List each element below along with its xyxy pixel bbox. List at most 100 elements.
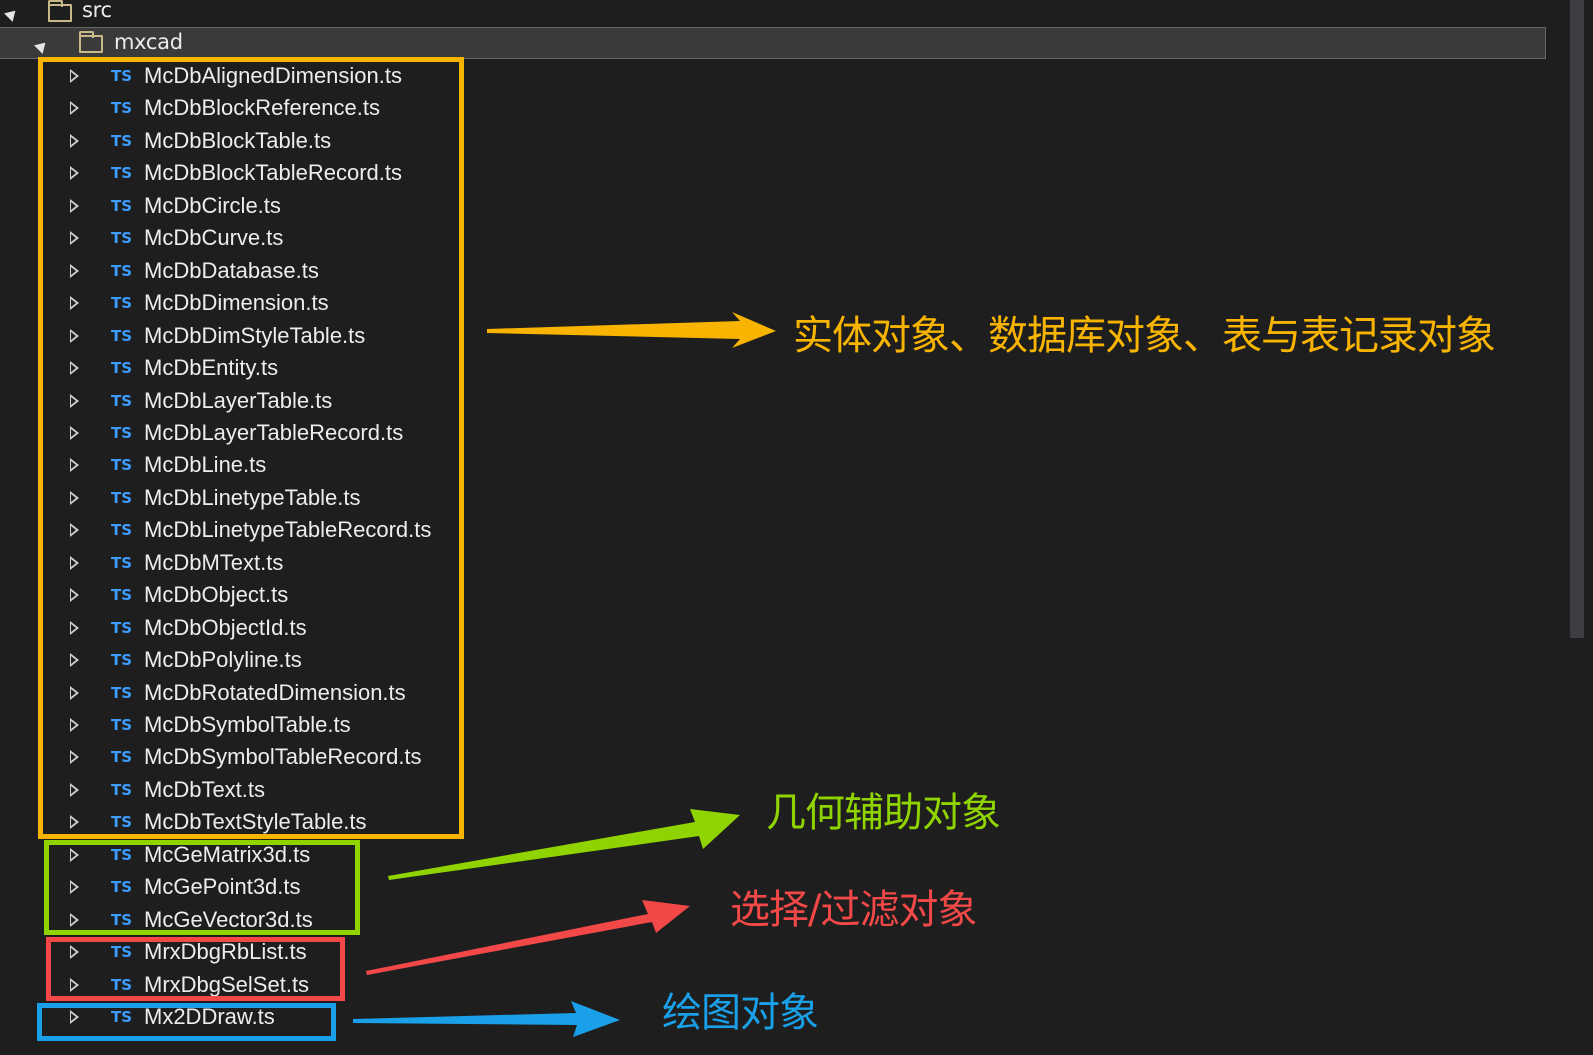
file-name-label: McDbPolyline.ts bbox=[144, 647, 302, 673]
expand-chevron-icon[interactable] bbox=[70, 458, 79, 473]
expand-chevron-icon[interactable] bbox=[70, 750, 79, 765]
typescript-file-icon: TS bbox=[111, 488, 133, 507]
file-name-label: McGePoint3d.ts bbox=[144, 874, 301, 900]
expand-chevron-icon[interactable] bbox=[70, 977, 79, 992]
typescript-file-icon: TS bbox=[111, 845, 133, 864]
expand-chevron-icon[interactable] bbox=[70, 880, 79, 895]
tree-file-row[interactable]: TS McDbPolyline.ts bbox=[0, 644, 1555, 676]
tree-file-row[interactable]: TS McDbRotatedDimension.ts bbox=[0, 677, 1555, 709]
expand-chevron-icon[interactable] bbox=[70, 101, 79, 116]
file-name-label: McDbTextStyleTable.ts bbox=[144, 809, 367, 835]
vertical-scrollbar[interactable] bbox=[1563, 0, 1593, 1055]
typescript-file-icon: TS bbox=[111, 813, 133, 832]
expand-arrow-icon[interactable] bbox=[34, 34, 54, 54]
typescript-file-icon: TS bbox=[111, 164, 133, 183]
caption-database-objects: 实体对象、数据库对象、表与表记录对象 bbox=[793, 313, 1496, 359]
expand-chevron-icon[interactable] bbox=[70, 847, 79, 862]
expand-chevron-icon[interactable] bbox=[70, 523, 79, 538]
typescript-file-icon: TS bbox=[111, 748, 133, 767]
expand-chevron-icon[interactable] bbox=[70, 685, 79, 700]
expand-chevron-icon[interactable] bbox=[70, 815, 79, 830]
typescript-file-icon: TS bbox=[111, 326, 133, 345]
tree-file-row[interactable]: TS McDbLayerTable.ts bbox=[0, 385, 1555, 417]
typescript-file-icon: TS bbox=[111, 780, 133, 799]
file-name-label: McDbLinetypeTable.ts bbox=[144, 484, 361, 510]
file-name-label: McDbLinetypeTableRecord.ts bbox=[144, 517, 432, 543]
folder-label-src: src bbox=[82, 0, 112, 22]
tree-file-row[interactable]: TS McDbLine.ts bbox=[0, 449, 1555, 481]
expand-chevron-icon[interactable] bbox=[70, 490, 79, 505]
tree-file-row[interactable]: TS McDbObjectId.ts bbox=[0, 612, 1555, 644]
tree-file-row[interactable]: TS McDbCircle.ts bbox=[0, 190, 1555, 222]
expand-chevron-icon[interactable] bbox=[70, 782, 79, 797]
tree-file-row[interactable]: TS McDbBlockTableRecord.ts bbox=[0, 157, 1555, 189]
typescript-file-icon: TS bbox=[111, 651, 133, 670]
expand-chevron-icon[interactable] bbox=[70, 588, 79, 603]
typescript-file-icon: TS bbox=[111, 261, 133, 280]
file-name-label: McDbMText.ts bbox=[144, 549, 284, 575]
expand-chevron-icon[interactable] bbox=[70, 328, 79, 343]
expand-chevron-icon[interactable] bbox=[70, 620, 79, 635]
folder-icon bbox=[48, 0, 72, 22]
typescript-file-icon: TS bbox=[111, 1008, 133, 1027]
tree-file-row[interactable]: TS McDbLinetypeTableRecord.ts bbox=[0, 514, 1555, 546]
file-name-label: McDbLine.ts bbox=[144, 452, 267, 478]
expand-chevron-icon[interactable] bbox=[70, 166, 79, 181]
file-name-label: McDbBlockTable.ts bbox=[144, 127, 332, 153]
tree-file-row[interactable]: TS MrxDbgRbList.ts bbox=[0, 936, 1555, 968]
expand-chevron-icon[interactable] bbox=[70, 69, 79, 83]
typescript-file-icon: TS bbox=[111, 423, 133, 442]
tree-file-row[interactable]: TS McDbObject.ts bbox=[0, 579, 1555, 611]
tree-folder-mxcad[interactable]: mxcad bbox=[0, 27, 1546, 59]
typescript-file-icon: TS bbox=[111, 359, 133, 378]
tree-file-row[interactable]: TS McGeMatrix3d.ts bbox=[0, 839, 1555, 871]
typescript-file-icon: TS bbox=[111, 618, 133, 637]
scrollbar-thumb[interactable] bbox=[1570, 0, 1584, 638]
expand-chevron-icon[interactable] bbox=[70, 361, 79, 376]
file-name-label: McDbObject.ts bbox=[144, 582, 289, 608]
typescript-file-icon: TS bbox=[111, 131, 133, 150]
typescript-file-icon: TS bbox=[111, 683, 133, 702]
expand-arrow-icon[interactable] bbox=[4, 2, 24, 22]
file-name-label: McDbCircle.ts bbox=[144, 192, 281, 218]
expand-chevron-icon[interactable] bbox=[70, 296, 79, 311]
expand-chevron-icon[interactable] bbox=[70, 912, 79, 927]
tree-file-row[interactable]: TS McDbLinetypeTable.ts bbox=[0, 482, 1555, 514]
tree-file-row[interactable]: TS McDbLayerTableRecord.ts bbox=[0, 417, 1555, 449]
expand-chevron-icon[interactable] bbox=[70, 945, 79, 960]
file-name-label: MrxDbgSelSet.ts bbox=[144, 971, 310, 997]
typescript-file-icon: TS bbox=[111, 67, 133, 85]
typescript-file-icon: TS bbox=[111, 910, 133, 929]
file-name-label: McDbSymbolTable.ts bbox=[144, 712, 351, 737]
tree-file-row[interactable]: TS McDbAlignedDimension.ts bbox=[0, 60, 1555, 92]
expand-chevron-icon[interactable] bbox=[70, 231, 79, 246]
caption-drawing-objects: 绘图对象 bbox=[662, 990, 819, 1036]
tree-file-row[interactable]: TS McDbSymbolTable.ts bbox=[0, 709, 1555, 741]
file-name-label: McDbCurve.ts bbox=[144, 225, 284, 251]
expand-chevron-icon[interactable] bbox=[70, 198, 79, 213]
expand-chevron-icon[interactable] bbox=[70, 555, 79, 570]
tree-file-row[interactable]: TS McDbBlockReference.ts bbox=[0, 92, 1555, 124]
tree-file-row[interactable]: TS McDbMText.ts bbox=[0, 547, 1555, 579]
tree-file-row[interactable]: TS McDbDatabase.ts bbox=[0, 255, 1555, 287]
tree-folder-src[interactable]: src bbox=[0, 0, 1555, 27]
typescript-file-icon: TS bbox=[111, 716, 133, 734]
tree-file-row[interactable]: TS McDbCurve.ts bbox=[0, 222, 1555, 254]
file-name-label: McDbText.ts bbox=[144, 776, 266, 802]
expand-chevron-icon[interactable] bbox=[70, 718, 79, 732]
file-name-label: McDbSymbolTableRecord.ts bbox=[144, 744, 422, 770]
expand-chevron-icon[interactable] bbox=[70, 425, 79, 440]
file-name-label: McDbEntity.ts bbox=[144, 355, 279, 381]
caption-selection-filter: 选择/过滤对象 bbox=[730, 887, 977, 933]
file-name-label: McDbBlockTableRecord.ts bbox=[144, 160, 402, 186]
tree-file-row[interactable]: TS McDbBlockTable.ts bbox=[0, 125, 1555, 157]
typescript-file-icon: TS bbox=[111, 975, 133, 994]
typescript-file-icon: TS bbox=[111, 586, 133, 605]
expand-chevron-icon[interactable] bbox=[70, 1010, 79, 1025]
expand-chevron-icon[interactable] bbox=[70, 263, 79, 278]
expand-chevron-icon[interactable] bbox=[70, 393, 79, 408]
expand-chevron-icon[interactable] bbox=[70, 133, 79, 148]
expand-chevron-icon[interactable] bbox=[70, 653, 79, 668]
tree-file-row[interactable]: TS McDbSymbolTableRecord.ts bbox=[0, 741, 1555, 773]
file-name-label: McDbDimStyleTable.ts bbox=[144, 322, 366, 348]
